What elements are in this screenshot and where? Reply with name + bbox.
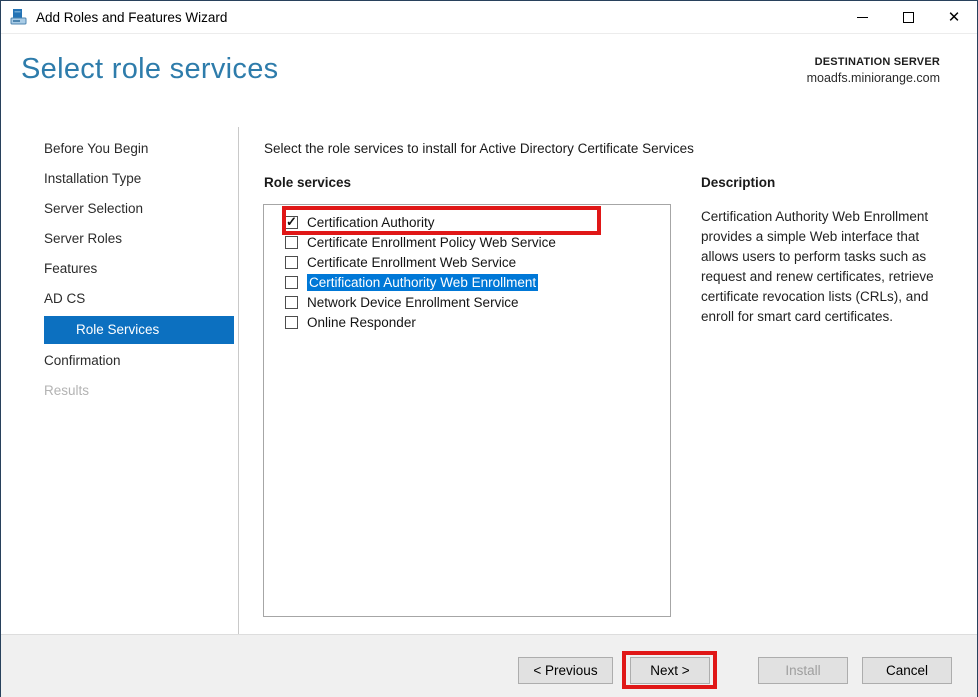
checkbox-unchecked[interactable] [285, 296, 298, 309]
role-service-label[interactable]: Certificate Enrollment Policy Web Servic… [307, 235, 556, 250]
sidebar-item-installation-type[interactable]: Installation Type [44, 165, 234, 193]
page-title: Select role services [21, 53, 278, 86]
server-roles-icon [10, 8, 28, 26]
sidebar-item-role-services[interactable]: Role Services [44, 316, 234, 344]
sidebar-item-before-you-begin[interactable]: Before You Begin [44, 135, 234, 163]
install-button: Install [758, 657, 848, 684]
minimize-icon [857, 17, 868, 18]
footer-bar: < Previous Next > Install Cancel [1, 634, 977, 697]
window-title: Add Roles and Features Wizard [36, 10, 227, 25]
maximize-icon [903, 12, 914, 23]
checkbox-unchecked[interactable] [285, 276, 298, 289]
role-service-row-cert-enrollment-web-service: Certificate Enrollment Web Service [264, 252, 670, 272]
minimize-button[interactable] [839, 1, 885, 34]
close-icon: ✕ [948, 10, 961, 25]
role-service-label[interactable]: Network Device Enrollment Service [307, 295, 519, 310]
sidebar-divider [238, 127, 239, 634]
role-service-label[interactable]: Certificate Enrollment Web Service [307, 255, 516, 270]
destination-server-block: DESTINATION SERVER moadfs.miniorange.com [807, 56, 940, 85]
sidebar-item-server-roles[interactable]: Server Roles [44, 225, 234, 253]
checkbox-unchecked[interactable] [285, 316, 298, 329]
role-service-row-network-device-enrollment-service: Network Device Enrollment Service [264, 292, 670, 312]
sidebar-item-ad-cs[interactable]: AD CS [44, 285, 234, 313]
next-button[interactable]: Next > [630, 657, 710, 684]
description-title: Description [701, 175, 775, 190]
wizard-window: Add Roles and Features Wizard ✕ Select r… [0, 0, 978, 697]
description-text: Certification Authority Web Enrollment p… [701, 207, 953, 327]
destination-server-label: DESTINATION SERVER [807, 56, 940, 68]
title-bar: Add Roles and Features Wizard ✕ [1, 1, 977, 34]
role-service-row-online-responder: Online Responder [264, 312, 670, 332]
cancel-button[interactable]: Cancel [862, 657, 952, 684]
maximize-button[interactable] [885, 1, 931, 34]
previous-button[interactable]: < Previous [518, 657, 613, 684]
role-service-label[interactable]: Online Responder [307, 315, 416, 330]
role-services-list-title: Role services [264, 175, 351, 190]
checkbox-unchecked[interactable] [285, 236, 298, 249]
role-service-row-ca-web-enrollment: Certification Authority Web Enrollment [264, 272, 670, 292]
role-services-listbox[interactable]: ✓ Certification Authority Certificate En… [263, 204, 671, 617]
role-service-label-selected[interactable]: Certification Authority Web Enrollment [307, 274, 538, 291]
instruction-text: Select the role services to install for … [264, 141, 694, 156]
sidebar-item-confirmation[interactable]: Confirmation [44, 347, 234, 375]
checkbox-checked[interactable]: ✓ [285, 216, 298, 229]
checkmark-icon: ✓ [286, 215, 297, 228]
checkbox-unchecked[interactable] [285, 256, 298, 269]
role-service-label[interactable]: Certification Authority [307, 215, 435, 230]
sidebar-item-server-selection[interactable]: Server Selection [44, 195, 234, 223]
role-service-row-certification-authority: ✓ Certification Authority [264, 212, 670, 232]
sidebar-item-results: Results [44, 377, 234, 405]
close-button[interactable]: ✕ [931, 1, 977, 34]
destination-server-name: moadfs.miniorange.com [807, 71, 940, 85]
sidebar-item-features[interactable]: Features [44, 255, 234, 283]
wizard-header: Select role services DESTINATION SERVER … [1, 35, 977, 121]
role-service-row-cert-enrollment-policy-web-service: Certificate Enrollment Policy Web Servic… [264, 232, 670, 252]
